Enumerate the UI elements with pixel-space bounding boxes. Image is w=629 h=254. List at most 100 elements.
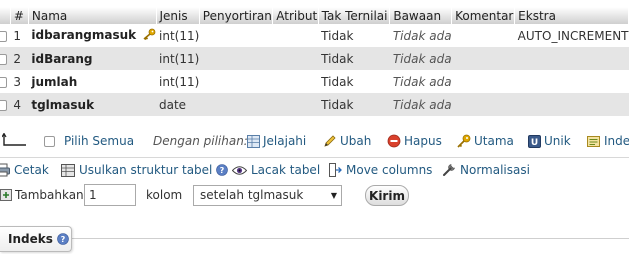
select-all[interactable]: Pilih Semua [44, 134, 134, 148]
print-icon [0, 163, 10, 177]
header-ekstra[interactable]: Ekstra [514, 7, 629, 24]
table-row: 4 tglmasuk date Tidak Tidak ada [0, 93, 629, 116]
move-columns-link[interactable]: Move columns [329, 163, 432, 177]
header-komentar[interactable]: Komentar [451, 7, 516, 24]
checkbox[interactable] [0, 99, 7, 111]
print-label[interactable]: Cetak [14, 163, 49, 177]
add-label: Tambahkan [15, 188, 84, 202]
row-checkbox[interactable] [0, 70, 11, 93]
column-count-input[interactable] [84, 184, 136, 206]
submit-button[interactable]: Kirim [365, 185, 409, 206]
cell-jenis: int(11) [156, 47, 200, 70]
browse-button[interactable]: Jelajahi [247, 134, 306, 148]
primary-button[interactable]: Utama [456, 134, 514, 148]
track-table-link[interactable]: Lacak tabel [232, 163, 320, 177]
pencil-icon [323, 134, 337, 148]
section-divider [0, 238, 629, 239]
cell-komentar [451, 70, 515, 93]
track-table-label[interactable]: Lacak tabel [251, 163, 320, 177]
column-name[interactable]: tglmasuk [31, 98, 94, 112]
table-row: 2 idBarang int(11) Tidak Tidak ada [0, 47, 629, 70]
add-icon [0, 189, 12, 201]
table-row: 3 jumlah int(11) Tidak Tidak ada [0, 70, 629, 93]
header-nama[interactable]: Nama [28, 7, 157, 24]
header-bawaan[interactable]: Bawaan [389, 7, 453, 24]
browse-label[interactable]: Jelajahi [263, 134, 306, 148]
svg-text:?: ? [61, 235, 66, 244]
help-icon[interactable]: ? [216, 164, 229, 176]
cell-nama: idbarangmasuk [28, 24, 156, 47]
propose-structure-link[interactable]: Usulkan struktur tabel ? [61, 163, 229, 177]
header-atribut[interactable]: Atribut [272, 7, 319, 24]
header-number[interactable]: # [10, 7, 29, 24]
structure-table: # Nama Jenis Penyortiran Atribut Tak Ter… [0, 7, 629, 116]
add-columns-form: Tambahkan kolom setelah tglmasuk ▼ Kirim [0, 184, 629, 208]
row-number: 1 [10, 24, 29, 47]
select-all-label[interactable]: Pilih Semua [64, 134, 134, 148]
header-jenis[interactable]: Jenis [156, 7, 200, 24]
cell-bawaan: Tidak ada [389, 24, 452, 47]
cell-penyortiran [199, 70, 273, 93]
row-checkbox[interactable] [0, 47, 11, 70]
change-button[interactable]: Ubah [323, 134, 371, 148]
cell-bawaan: Tidak ada [389, 47, 452, 70]
cell-penyortiran [199, 24, 273, 47]
drop-button[interactable]: Hapus [387, 134, 442, 148]
column-name[interactable]: idBarang [31, 52, 92, 66]
cell-ekstra: AUTO_INCREMENT [514, 24, 629, 47]
checkbox[interactable] [0, 53, 7, 65]
header-checkbox-col [0, 7, 11, 24]
table-header-row: # Nama Jenis Penyortiran Atribut Tak Ter… [0, 7, 629, 24]
normalize-link[interactable]: Normalisasi [442, 163, 530, 177]
column-name[interactable]: idbarangmasuk [31, 28, 136, 42]
cell-ekstra [514, 70, 629, 93]
cell-bawaan: Tidak ada [389, 93, 452, 116]
cell-tak-ternilai: Tidak [318, 93, 390, 116]
cell-atribut [272, 47, 319, 70]
change-label[interactable]: Ubah [340, 134, 371, 148]
cell-tak-ternilai: Tidak [318, 70, 390, 93]
column-position-select[interactable]: setelah tglmasuk ▼ [193, 185, 342, 206]
cell-nama: idBarang [28, 47, 156, 70]
unique-label[interactable]: Unik [544, 134, 571, 148]
column-name[interactable]: jumlah [31, 75, 77, 89]
move-columns-icon [329, 163, 342, 177]
table-icon [247, 134, 260, 148]
delete-icon [387, 134, 401, 148]
cell-penyortiran [199, 93, 273, 116]
header-penyortiran[interactable]: Penyortiran [199, 7, 274, 24]
row-checkbox[interactable] [0, 93, 11, 116]
structure-icon [61, 163, 75, 177]
cell-komentar [451, 47, 515, 70]
cell-atribut [272, 24, 319, 47]
cell-jenis: int(11) [156, 24, 200, 47]
index-button[interactable]: Inde [587, 134, 629, 148]
unique-icon: U [528, 134, 541, 148]
index-icon [587, 135, 601, 148]
checkbox[interactable] [0, 76, 7, 88]
checkbox[interactable] [0, 30, 7, 42]
key-icon [456, 134, 471, 148]
primary-key-icon [142, 28, 156, 43]
indexes-label[interactable]: Indeks [8, 232, 53, 246]
unique-button[interactable]: U Unik [528, 134, 571, 148]
index-label[interactable]: Inde [604, 134, 629, 148]
cell-nama: tglmasuk [28, 93, 156, 116]
table-tools-bar: Cetak Usulkan struktur tabel ? Lacak tab… [0, 163, 629, 181]
add-columns-prefix: Tambahkan [0, 188, 84, 202]
move-columns-label[interactable]: Move columns [346, 163, 432, 177]
select-all-checkbox[interactable] [44, 135, 55, 147]
header-tak-ternilai[interactable]: Tak Ternilai [318, 7, 391, 24]
row-number: 4 [10, 93, 29, 116]
help-icon[interactable]: ? [57, 233, 69, 245]
primary-label[interactable]: Utama [474, 134, 514, 148]
indexes-toggle[interactable]: Indeks ? [0, 226, 72, 252]
cell-komentar [451, 24, 515, 47]
print-link[interactable]: Cetak [0, 163, 49, 177]
propose-structure-label[interactable]: Usulkan struktur tabel [79, 163, 212, 177]
drop-label[interactable]: Hapus [404, 134, 442, 148]
row-checkbox[interactable] [0, 24, 11, 47]
cell-ekstra [514, 93, 629, 116]
columns-label: kolom [146, 188, 183, 202]
normalize-label[interactable]: Normalisasi [460, 163, 530, 177]
